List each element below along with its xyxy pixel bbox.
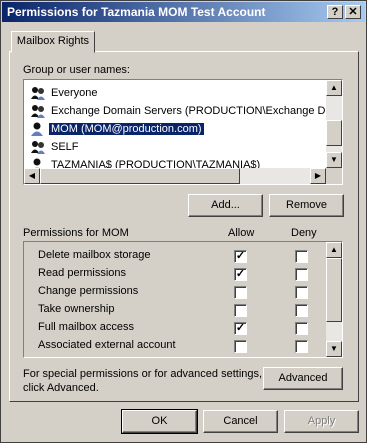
permission-row: Change permissions	[24, 283, 326, 301]
ok-button[interactable]: OK	[121, 409, 198, 434]
permissions-dialog: Permissions for Tazmania MOM Test Accoun…	[0, 0, 367, 443]
scroll-thumb[interactable]	[326, 120, 342, 146]
scroll-thumb[interactable]	[326, 258, 342, 322]
user-list-horizontal-scrollbar[interactable]: ◀ ▶	[24, 168, 326, 184]
user-list[interactable]: Everyone Exchange Domain Servers (PRODUC…	[23, 79, 343, 185]
advanced-help-text-line1: For special permissions or for advanced …	[23, 368, 263, 380]
permission-name: Associated external account	[38, 339, 176, 351]
allow-header: Allow	[228, 227, 255, 239]
permission-name: Take ownership	[38, 303, 115, 315]
permission-row: Associated external account	[24, 337, 326, 355]
allow-checkbox[interactable]	[234, 340, 247, 353]
scroll-up-arrow-icon[interactable]: ▲	[326, 80, 342, 96]
allow-checkbox[interactable]: ✓	[234, 268, 247, 281]
deny-checkbox[interactable]	[295, 268, 308, 281]
user-name: MOM (MOM@production.com)	[48, 121, 205, 136]
title-bar: Permissions for Tazmania MOM Test Accoun…	[2, 2, 365, 22]
user-name: SELF	[51, 140, 79, 153]
close-button[interactable]: ✕	[345, 5, 361, 19]
user-group-icon	[31, 86, 45, 100]
deny-checkbox[interactable]	[295, 250, 308, 263]
list-item-selected[interactable]: MOM (MOM@production.com)	[30, 120, 205, 137]
advanced-help-text-line2: click Advanced.	[23, 382, 99, 394]
window-title: Permissions for Tazmania MOM Test Accoun…	[7, 5, 266, 19]
user-group-icon	[31, 104, 45, 118]
scroll-down-arrow-icon[interactable]: ▼	[326, 152, 342, 168]
deny-checkbox[interactable]	[295, 340, 308, 353]
user-name: Everyone	[51, 86, 98, 99]
deny-checkbox[interactable]	[295, 322, 308, 335]
user-name: Exchange Domain Servers (PRODUCTION\Exch…	[51, 104, 341, 117]
scrollbar-corner	[326, 168, 342, 184]
scroll-right-arrow-icon[interactable]: ▶	[310, 168, 326, 184]
user-group-icon	[31, 140, 45, 154]
scroll-left-arrow-icon[interactable]: ◀	[24, 168, 40, 184]
permissions-label: Permissions for MOM	[23, 227, 129, 239]
advanced-button[interactable]: Advanced	[263, 367, 343, 390]
tab-mailbox-rights[interactable]: Mailbox Rights	[11, 31, 95, 53]
deny-checkbox[interactable]	[295, 286, 308, 299]
allow-checkbox[interactable]: ✓	[234, 250, 247, 263]
permission-name: Read permissions	[38, 267, 127, 279]
deny-header: Deny	[291, 227, 317, 239]
scroll-up-arrow-icon[interactable]: ▲	[326, 242, 342, 258]
allow-checkbox[interactable]	[234, 286, 247, 299]
permission-name: Change permissions	[38, 285, 139, 297]
scroll-down-arrow-icon[interactable]: ▼	[326, 341, 342, 357]
list-item[interactable]: Everyone	[30, 84, 99, 101]
list-item[interactable]: SELF	[30, 138, 81, 155]
permission-row: Read permissions ✓	[24, 265, 326, 283]
permission-row: Delete mailbox storage ✓	[24, 247, 326, 265]
permission-row: Full mailbox access ✓	[24, 319, 326, 337]
add-button[interactable]: Add...	[188, 194, 263, 217]
apply-button[interactable]: Apply	[284, 410, 359, 433]
allow-checkbox[interactable]	[234, 304, 247, 317]
user-icon	[31, 122, 43, 136]
permission-name: Full mailbox access	[38, 321, 134, 333]
group-user-names-label: Group or user names:	[23, 64, 130, 76]
deny-checkbox[interactable]	[295, 304, 308, 317]
remove-button[interactable]: Remove	[269, 194, 344, 217]
permissions-vertical-scrollbar[interactable]: ▲ ▼	[326, 242, 342, 357]
allow-checkbox[interactable]: ✓	[234, 322, 247, 335]
scroll-thumb[interactable]	[40, 168, 240, 184]
list-item[interactable]: Exchange Domain Servers (PRODUCTION\Exch…	[30, 102, 342, 119]
permission-row: Take ownership	[24, 301, 326, 319]
help-button[interactable]: ?	[327, 5, 343, 19]
permission-name: Delete mailbox storage	[38, 249, 151, 261]
cancel-button[interactable]: Cancel	[203, 410, 278, 433]
permissions-list: Delete mailbox storage ✓ Read permission…	[23, 241, 343, 358]
user-list-vertical-scrollbar[interactable]: ▲ ▼	[326, 80, 342, 168]
